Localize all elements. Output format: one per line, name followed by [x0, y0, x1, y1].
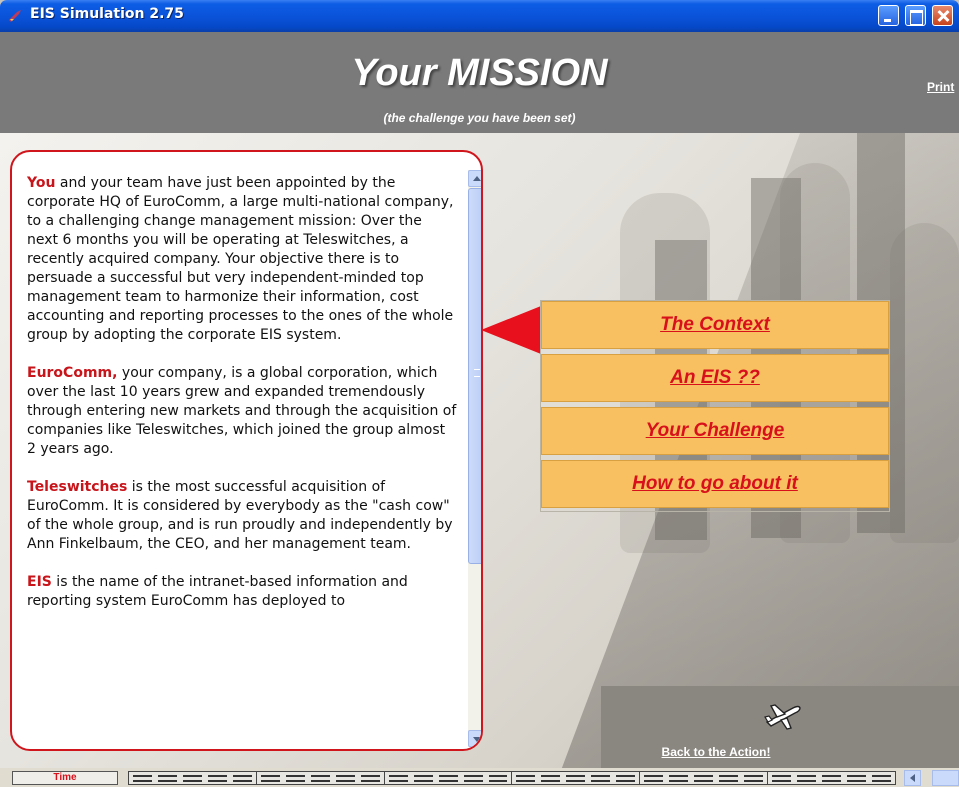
scroll-thumb[interactable]: [468, 188, 481, 564]
time-segment: [640, 772, 769, 784]
close-button[interactable]: [932, 5, 953, 26]
horizontal-scrollbar[interactable]: [904, 770, 959, 786]
vertical-scrollbar[interactable]: [468, 170, 481, 747]
back-to-action-panel: Back to the Action!: [601, 686, 959, 768]
minimize-button[interactable]: [878, 5, 899, 26]
time-progress-bar: [128, 771, 896, 785]
back-to-action-link[interactable]: Back to the Action!: [601, 745, 831, 759]
time-segment: [512, 772, 641, 784]
page-subtitle: (the challenge you have been set): [383, 111, 576, 125]
time-segment: [768, 772, 895, 784]
airplane-icon[interactable]: [763, 700, 803, 732]
menu-item-the-context[interactable]: The Context: [541, 301, 889, 349]
time-label: Time: [12, 771, 118, 785]
time-segment: [256, 772, 385, 784]
paragraph-you: You and your team have just been appoint…: [27, 175, 454, 343]
page-title: Your MISSION: [351, 52, 608, 94]
page-header: Your MISSION (the challenge you have bee…: [0, 32, 959, 133]
app-icon: [9, 10, 21, 22]
app-window: EIS Simulation 2.75 Your MISSION (the ch…: [0, 0, 959, 787]
time-segment: [129, 772, 257, 784]
red-pointer-arrow-icon: [481, 306, 541, 354]
menu-item-an-eis[interactable]: An EIS ??: [541, 354, 889, 402]
horizontal-scroll-thumb[interactable]: [932, 770, 959, 786]
paragraph-teleswitches: Teleswitches is the most successful acqu…: [27, 479, 453, 552]
scroll-up-arrow-icon[interactable]: [468, 170, 481, 187]
paragraph-eurocomm: EuroComm, your company, is a global corp…: [27, 365, 457, 457]
status-bar: Time: [0, 768, 959, 787]
time-segment: [384, 772, 513, 784]
scroll-down-arrow-icon[interactable]: [468, 730, 481, 747]
print-link[interactable]: Print: [927, 80, 954, 94]
grip-icon: [474, 369, 480, 377]
scroll-left-arrow-icon[interactable]: [904, 770, 921, 786]
menu-item-your-challenge[interactable]: Your Challenge: [541, 407, 889, 455]
mission-text-panel: You and your team have just been appoint…: [10, 150, 483, 751]
window-title: EIS Simulation 2.75: [30, 6, 184, 22]
mission-menu: The Context An EIS ?? Your Challenge How…: [540, 300, 890, 512]
maximize-button[interactable]: [905, 5, 926, 26]
title-bar[interactable]: EIS Simulation 2.75: [0, 0, 959, 32]
mission-text: You and your team have just been appoint…: [27, 174, 457, 630]
paragraph-eis: EIS is the name of the intranet-based in…: [27, 574, 408, 609]
menu-item-how-to-go-about-it[interactable]: How to go about it: [541, 460, 889, 508]
